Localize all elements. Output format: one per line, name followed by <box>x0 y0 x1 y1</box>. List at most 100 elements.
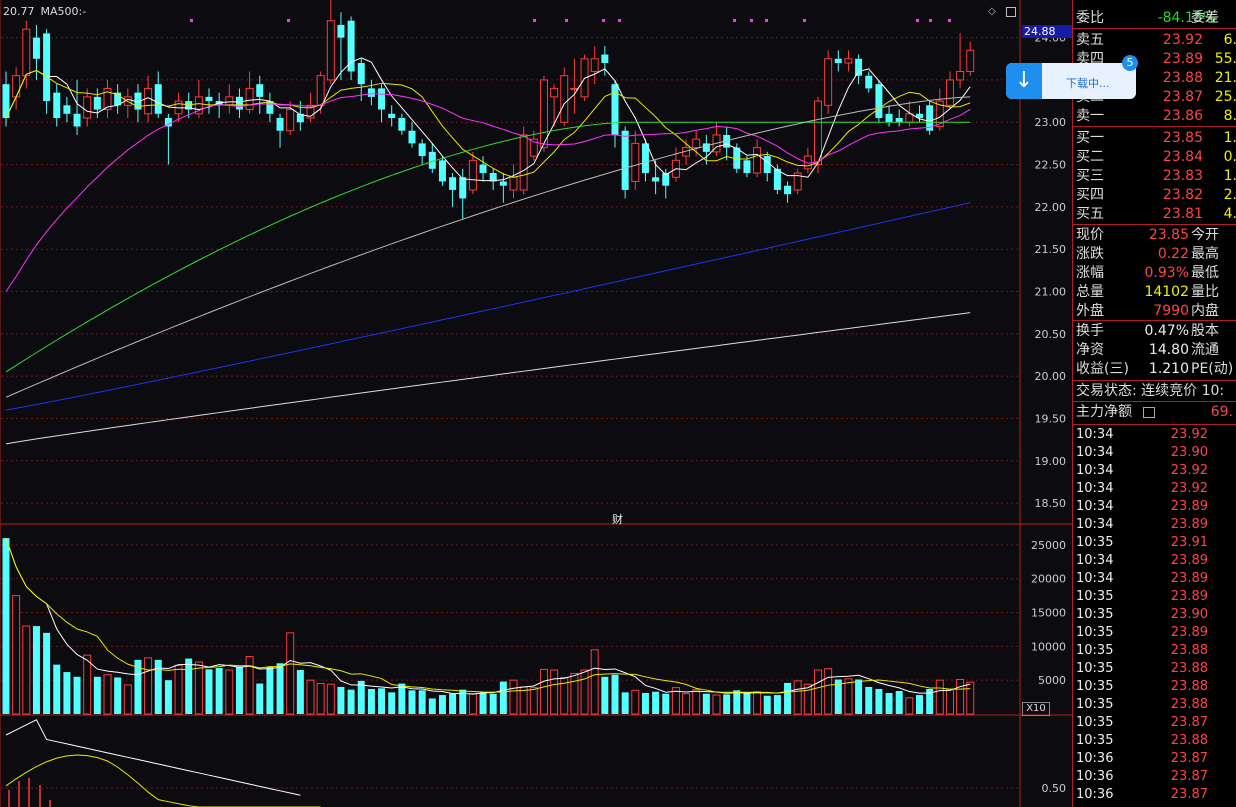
kline-chart-area[interactable]: 24.0023.5023.0022.5022.0021.5021.0020.50… <box>0 0 1072 807</box>
candle-body <box>753 147 762 174</box>
volume-bar <box>276 663 284 714</box>
tick-time: 10:34 <box>1076 463 1114 478</box>
finance-marker[interactable]: 财 <box>612 511 623 527</box>
stats-label2: 量比 <box>1191 284 1219 300</box>
candle-body <box>245 87 254 111</box>
main-net-row[interactable]: 主力净额 69. <box>1073 403 1236 421</box>
event-marker <box>190 19 193 22</box>
candle-body <box>479 164 487 174</box>
volume-bar <box>956 679 965 715</box>
list-icon[interactable] <box>1143 407 1155 418</box>
volume-bar <box>814 669 822 715</box>
main-net-value: 69. <box>1210 404 1233 420</box>
stats-value: 14102 <box>1144 284 1189 300</box>
buy-extra: 1. <box>1223 168 1236 184</box>
diamond-icon[interactable]: ◇ <box>988 7 998 17</box>
price-axis-label: 21.50 <box>1035 243 1067 256</box>
volume-bar <box>885 693 893 714</box>
stats-label: 外盘 <box>1076 303 1104 319</box>
volume-bar <box>32 626 40 714</box>
volume-bar <box>611 674 619 714</box>
volume-axis-label: 5000 <box>1038 674 1066 687</box>
volume-bar <box>855 679 863 714</box>
sell-level-1: 卖一 23.86 8. <box>1073 107 1236 125</box>
stats-label2: 最低 <box>1191 265 1219 281</box>
candle-body <box>144 87 153 115</box>
stats-value: 23.85 <box>1148 227 1189 243</box>
volume-bar <box>205 669 213 714</box>
buy-label: 买二 <box>1076 149 1104 165</box>
candle-body <box>154 84 162 114</box>
volume-bar <box>895 691 903 714</box>
volume-scale-button[interactable]: X10 <box>1022 702 1050 716</box>
tick-price: 23.89 <box>1170 553 1208 568</box>
tick-time: 10:34 <box>1076 481 1114 496</box>
volume-bar <box>803 683 812 715</box>
candle-body <box>631 142 640 182</box>
ma250-line <box>5 312 971 445</box>
candle-body <box>347 20 355 72</box>
volume-bar <box>580 669 589 715</box>
download-arrow-icon[interactable]: ↓ <box>1006 63 1042 99</box>
candle-body <box>885 113 893 123</box>
volume-bar <box>83 654 92 715</box>
kline-chart[interactable]: 24.0023.5023.0022.5022.0021.5021.0020.50… <box>0 0 1072 807</box>
candle-body <box>875 84 883 119</box>
sell-extra: 21. <box>1214 70 1236 86</box>
stats2-label: 收益(三) <box>1076 361 1129 377</box>
candle-body <box>337 24 345 38</box>
sell-label: 卖五 <box>1076 32 1104 48</box>
tick-time: 10:34 <box>1076 499 1114 514</box>
volume-bar <box>103 674 112 715</box>
stats2-value: 0.47% <box>1144 323 1189 339</box>
candle-body <box>286 109 295 132</box>
stats2-label2: PE(动) <box>1191 361 1234 377</box>
stats-value: 0.22 <box>1157 246 1189 262</box>
legend-price: 20.77 <box>3 5 35 18</box>
volume-bar <box>185 658 193 714</box>
buy-extra: 4. <box>1223 206 1236 222</box>
candle-body <box>63 105 71 114</box>
event-marker <box>750 19 753 22</box>
tick-price: 23.92 <box>1170 463 1208 478</box>
candle-body <box>560 75 569 123</box>
volume-bar <box>53 664 61 714</box>
candle-body <box>418 143 426 157</box>
candle-body <box>865 75 873 89</box>
tick-price: 23.89 <box>1170 571 1208 586</box>
volume-bar <box>428 698 436 714</box>
tick-price: 23.88 <box>1170 661 1208 676</box>
volume-bar <box>590 649 599 715</box>
tick-price: 23.87 <box>1170 787 1208 802</box>
volume-bar <box>539 668 548 715</box>
stats-row-0: 现价 23.85 今开 <box>1073 226 1236 244</box>
stats2-row-2: 收益(三) 1.210 PE(动) <box>1073 360 1236 378</box>
candle-body <box>743 160 751 174</box>
volume-bar <box>793 680 802 715</box>
stats-label2: 今开 <box>1191 227 1219 243</box>
volume-bar <box>570 672 579 715</box>
volume-bar <box>438 695 446 714</box>
tick-price: 23.89 <box>1170 517 1208 532</box>
download-badge: 5 <box>1122 55 1138 71</box>
candle-body <box>601 54 609 64</box>
volume-bar <box>773 695 781 714</box>
buy-level-2: 买二 23.84 0. <box>1073 148 1236 166</box>
candle-body <box>43 33 51 102</box>
volume-bar <box>509 679 518 715</box>
volume-bar <box>144 657 153 715</box>
window-icon[interactable] <box>1006 7 1016 17</box>
tick-time: 10:34 <box>1076 427 1114 442</box>
volume-bar <box>123 684 132 715</box>
candle-body <box>834 58 842 64</box>
buy-extra: 2. <box>1223 187 1236 203</box>
candle-body <box>570 87 579 90</box>
volume-bar <box>306 679 315 715</box>
tick-price: 23.87 <box>1170 751 1208 766</box>
volume-bar <box>296 670 304 714</box>
stats2-value: 14.80 <box>1148 342 1189 358</box>
volume-bar <box>875 688 883 714</box>
indicator-line-2 <box>5 754 321 807</box>
candle-body <box>276 118 284 131</box>
stats-row-3: 总量 14102 量比 <box>1073 283 1236 301</box>
